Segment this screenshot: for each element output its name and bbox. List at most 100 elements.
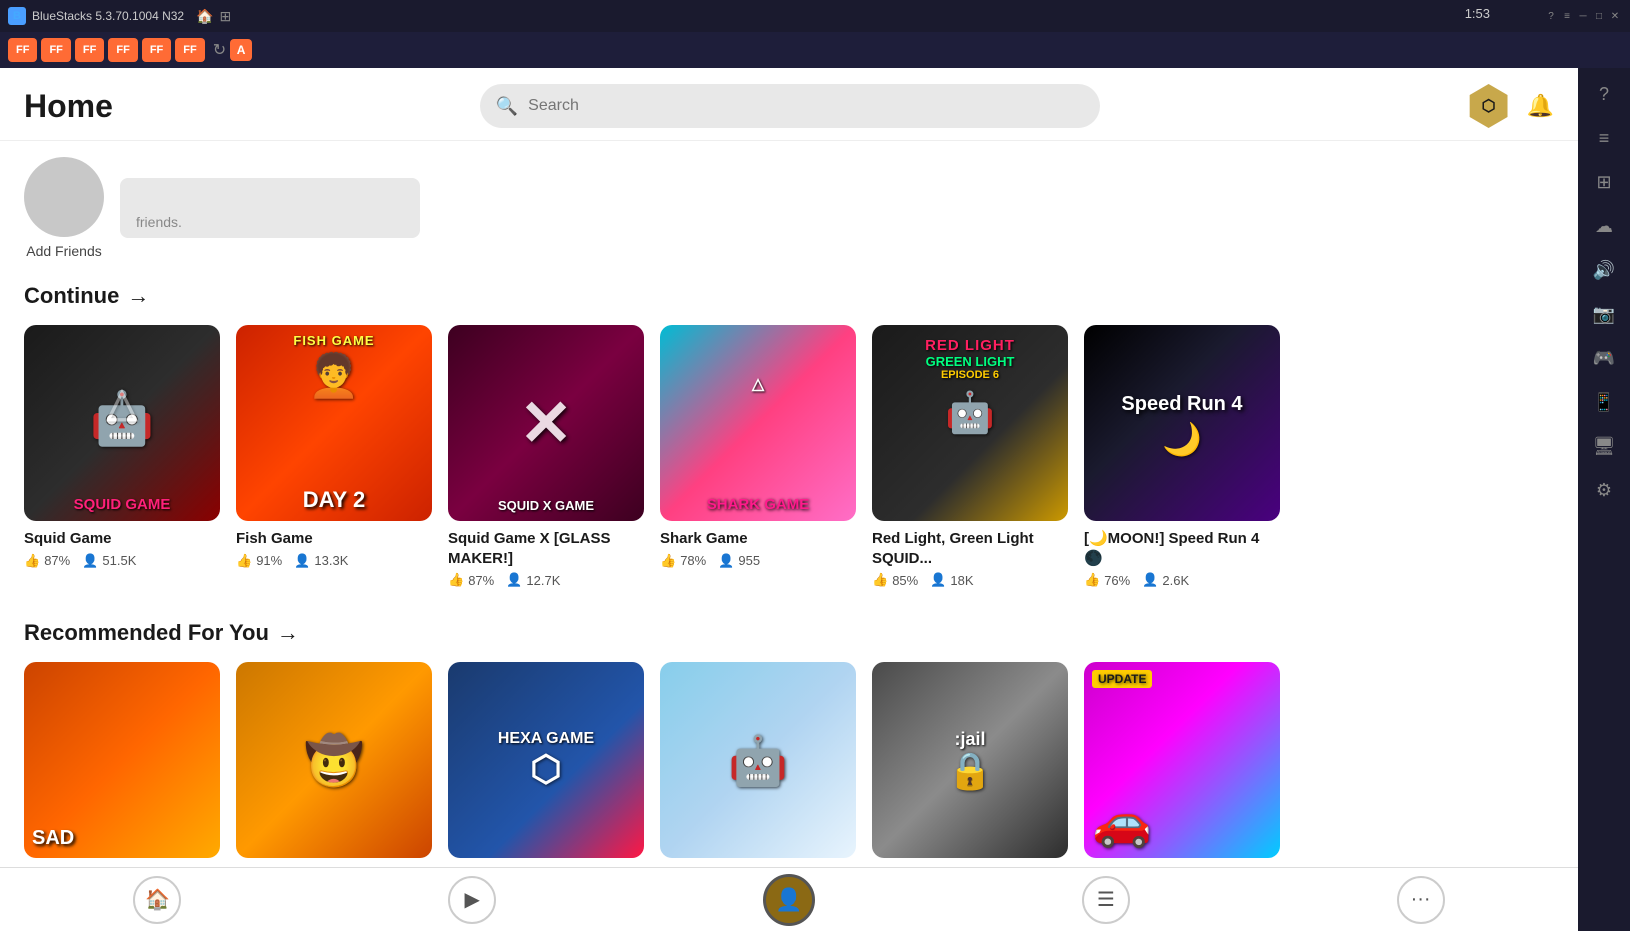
friends-input-text: friends. [136,214,182,230]
game-thumb-speedrun: Speed Run 4 🌙 [1084,325,1280,521]
game-thumb-jail: :jail 🔒 [872,662,1068,858]
multi-instance-icon[interactable]: ⊞ [220,8,232,25]
game-thumb-sky: 🤖 [660,662,856,858]
game-stats-squidx: 👍 87% 👤 12.7K [448,572,644,588]
recommended-label: Recommended For You [24,620,269,646]
game-card-fish[interactable]: FISH GAME 🧑‍🦱 DAY 2 Fish Game 👍 91% 👤 13… [236,325,432,588]
header-actions: ⬡ 🔔 [1467,84,1554,128]
recommended-arrow: → [277,620,299,646]
game-card-shark[interactable]: △ SHARK GAME Shark Game 👍 78% 👤 955 [660,325,856,588]
tab-ff-6[interactable]: FF [175,38,204,62]
menu-button[interactable]: ≡ [1560,9,1574,23]
stat-players-redlight: 👤 18K [930,572,973,588]
scrollable-content: Add Friends friends. Continue → [0,141,1578,867]
stat-rating-shark: 👍 78% [660,553,706,569]
game-thumb-squid: 🤖 SQUID GAME △ [24,325,220,521]
nav-more[interactable]: ··· [1397,876,1445,924]
search-bar[interactable]: 🔍 [480,84,1100,128]
sidebar-phone[interactable]: 📱 [1586,384,1622,420]
continue-heading[interactable]: Continue → [24,283,1554,309]
stat-players-squid: 👤 51.5K [82,553,136,569]
game-card-adventure[interactable]: 🤠 [236,662,432,858]
tab-ff-3[interactable]: FF [75,38,104,62]
game-card-jail[interactable]: :jail 🔒 [872,662,1068,858]
recommended-section: Recommended For You → SAD [24,620,1554,858]
sidebar-multiinstance[interactable]: ⊞ [1586,164,1622,200]
stat-rating-redlight: 👍 85% [872,572,918,588]
game-thumb-shark: △ SHARK GAME [660,325,856,521]
nav-list[interactable]: ☰ [1082,876,1130,924]
sidebar-camera[interactable]: 📷 [1586,296,1622,332]
sidebar-gamepad[interactable]: 🎮 [1586,340,1622,376]
game-title-shark: Shark Game [660,529,856,549]
tab-ff-5[interactable]: FF [142,38,171,62]
search-input[interactable] [528,97,1084,115]
sidebar-monitor[interactable]: 🖥 [1586,428,1622,464]
content-area: Home 🔍 ⬡ 🔔 Add Friends frien [0,68,1578,931]
hexagon-button[interactable]: ⬡ [1467,84,1511,128]
stat-rating-fish: 👍 91% [236,553,282,569]
game-title-fish: Fish Game [236,529,432,549]
game-title-squid: Squid Game [24,529,220,549]
game-thumb-car: UPDATE 🚗 [1084,662,1280,858]
main-layout: Home 🔍 ⬡ 🔔 Add Friends frien [0,68,1630,931]
continue-section: Continue → 🤖 SQUID GAME △ Squid G [24,283,1554,588]
game-thumb-sad: SAD [24,662,220,858]
app-title: BlueStacks 5.3.70.1004 N32 [32,9,184,23]
game-card-squidx[interactable]: ✕ SQUID X GAME Squid Game X [GLASS MAKER… [448,325,644,588]
game-stats-speedrun: 👍 76% 👤 2.6K [1084,572,1280,588]
sidebar-sound[interactable]: 🔊 [1586,252,1622,288]
continue-arrow: → [127,283,149,309]
minimize-button[interactable]: ─ [1576,9,1590,23]
tab-ff-1[interactable]: FF [8,38,37,62]
game-card-sky[interactable]: 🤖 [660,662,856,858]
sidebar-settings[interactable]: ⚙ [1586,472,1622,508]
stat-rating-squid: 👍 87% [24,553,70,569]
sidebar-menu[interactable]: ≡ [1586,120,1622,156]
tab-ff-4[interactable]: FF [108,38,137,62]
game-card-speedrun[interactable]: Speed Run 4 🌙 [🌙MOON!] Speed Run 4 🌑 👍 7… [1084,325,1280,588]
game-card-sad[interactable]: SAD [24,662,220,858]
sidebar-cloud[interactable]: ☁ [1586,208,1622,244]
stat-players-fish: 👤 13.3K [294,553,348,569]
recommended-heading[interactable]: Recommended For You → [24,620,1554,646]
avatar [24,157,104,237]
sidebar-help[interactable]: ? [1586,76,1622,112]
game-stats-redlight: 👍 85% 👤 18K [872,572,1068,588]
game-title-speedrun: [🌙MOON!] Speed Run 4 🌑 [1084,529,1280,568]
friends-section: Add Friends friends. [24,157,1554,259]
game-thumb-hexa: HEXA GAME ⬡ [448,662,644,858]
tab-a[interactable]: A [230,39,252,61]
friends-input-area[interactable]: friends. [120,178,420,238]
close-button[interactable]: ✕ [1608,9,1622,23]
stat-rating-squidx: 👍 87% [448,572,494,588]
continue-label: Continue [24,283,119,309]
window-controls: ? ≡ ─ □ ✕ [1544,9,1622,23]
game-stats-shark: 👍 78% 👤 955 [660,553,856,569]
game-card-redlight[interactable]: RED LIGHT GREEN LIGHT EPISODE 6 🤖 Red Li… [872,325,1068,588]
tab-ff-2[interactable]: FF [41,38,70,62]
stat-players-speedrun: 👤 2.6K [1142,572,1189,588]
bottom-nav: 🏠 ▶ 👤 ☰ ··· [0,867,1578,931]
maximize-button[interactable]: □ [1592,9,1606,23]
game-card-hexa[interactable]: HEXA GAME ⬡ [448,662,644,858]
nav-profile[interactable]: 👤 [763,874,815,926]
add-friends-label: Add Friends [26,243,101,259]
nav-home[interactable]: 🏠 [133,876,181,924]
header: Home 🔍 ⬡ 🔔 [0,68,1578,141]
game-card-squid[interactable]: 🤖 SQUID GAME △ Squid Game 👍 87% 👤 51.5K [24,325,220,588]
refresh-icon[interactable]: ↻ [213,40,226,60]
stat-players-squidx: 👤 12.7K [506,572,560,588]
help-button[interactable]: ? [1544,9,1558,23]
search-icon: 🔍 [496,96,518,117]
notification-bell[interactable]: 🔔 [1527,93,1554,119]
stat-rating-speedrun: 👍 76% [1084,572,1130,588]
game-stats-fish: 👍 91% 👤 13.3K [236,553,432,569]
game-card-car[interactable]: UPDATE 🚗 [1084,662,1280,858]
game-title-redlight: Red Light, Green Light SQUID... [872,529,1068,568]
nav-play[interactable]: ▶ [448,876,496,924]
game-thumb-fish: FISH GAME 🧑‍🦱 DAY 2 [236,325,432,521]
stat-players-shark: 👤 955 [718,553,760,569]
home-tab-icon[interactable]: 🏠 [196,8,213,25]
recommended-games-row: SAD 🤠 HEXA [24,662,1554,858]
